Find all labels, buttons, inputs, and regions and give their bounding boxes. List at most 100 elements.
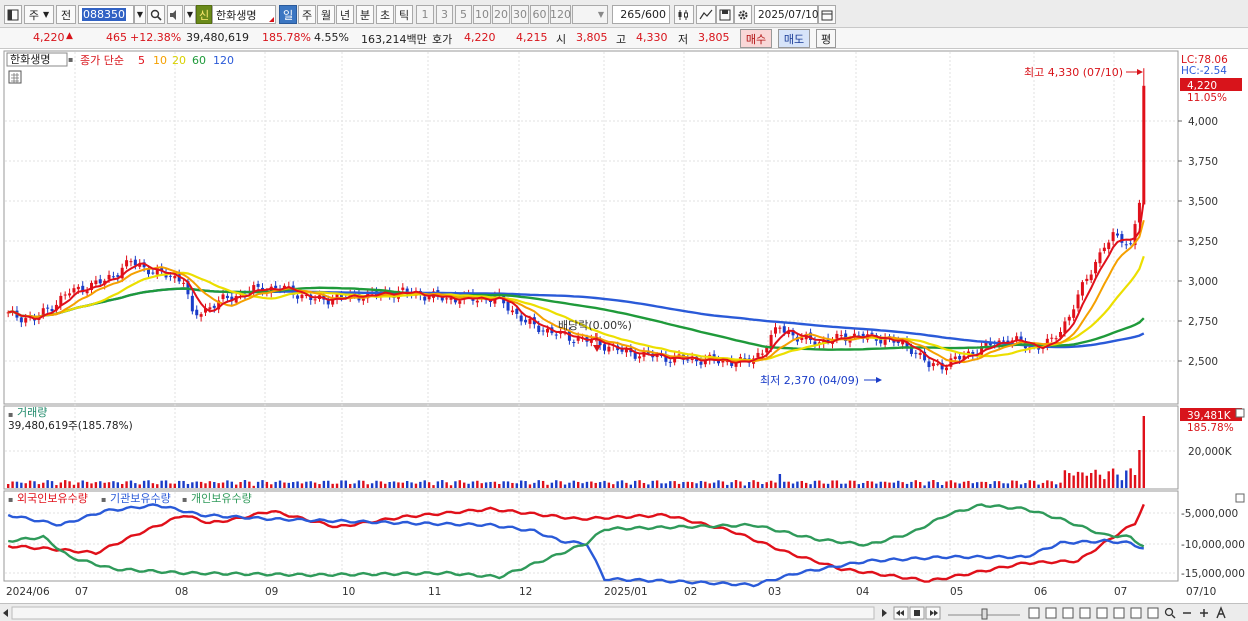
candle-body: [515, 308, 519, 314]
minute-option-5[interactable]: 5: [455, 5, 472, 24]
calendar-button[interactable]: [818, 5, 836, 24]
volume-bar: [1015, 480, 1018, 488]
ma-label: 종가 단순: [80, 54, 124, 67]
candle-type-button[interactable]: [674, 5, 694, 24]
volume-bar: [721, 481, 725, 488]
volume-close-icon[interactable]: [1235, 408, 1245, 418]
volume-panel[interactable]: [3, 405, 1179, 490]
link-icon[interactable]: [1130, 607, 1142, 619]
volume-bar: [800, 480, 804, 488]
candle-body: [510, 310, 514, 313]
chart-area[interactable]: 2024/06 07 08 09 10 11 12 2025/01 02 03 04 05 06 07 07…: [0, 49, 1248, 603]
copy-icon[interactable]: [1028, 607, 1040, 619]
stock-code-input[interactable]: 088350: [78, 5, 134, 24]
window-menu-icon[interactable]: [4, 5, 22, 24]
period-tab-0[interactable]: 일: [279, 5, 297, 24]
candle-body: [668, 361, 672, 363]
candle-body: [19, 317, 23, 323]
new-badge-label: 신: [198, 8, 210, 22]
period-tab-1[interactable]: 주: [298, 5, 316, 24]
minute-option-120[interactable]: 120: [550, 5, 571, 24]
settings-button[interactable]: [734, 5, 752, 24]
volume-bar: [300, 483, 304, 488]
brush-icon[interactable]: [1147, 607, 1159, 619]
volume-bar: [861, 482, 865, 488]
list-dropdown[interactable]: ▼: [184, 5, 196, 24]
candle-body: [1098, 252, 1102, 264]
volume-bar: [585, 481, 589, 488]
volume-bar: [77, 482, 80, 488]
volume-bar: [388, 482, 391, 488]
candle-body: [765, 347, 769, 353]
volume-bar: [682, 482, 685, 488]
date-value: 2025/07/10: [758, 8, 819, 21]
minute-option-3[interactable]: 3: [436, 5, 453, 24]
sell-button[interactable]: 매도: [778, 29, 810, 48]
search-icon[interactable]: [1164, 607, 1176, 619]
scroll-right-icon[interactable]: [882, 609, 887, 617]
plus-icon[interactable]: [1200, 609, 1208, 617]
period-tab-6[interactable]: 틱: [395, 5, 413, 24]
buy-button[interactable]: 매수: [740, 29, 772, 48]
minute-option-1[interactable]: 1: [416, 5, 434, 24]
save-button[interactable]: [716, 5, 734, 24]
speaker-button[interactable]: [167, 5, 183, 24]
volume-bar: [783, 481, 786, 488]
candle-body: [195, 309, 199, 316]
code-dropdown[interactable]: ▼: [134, 5, 146, 24]
window-icon[interactable]: [1045, 607, 1057, 619]
minute-option-20[interactable]: 20: [492, 5, 510, 24]
eval-button[interactable]: 평: [816, 29, 836, 48]
font-icon[interactable]: [1216, 606, 1226, 619]
bottom-scrollbar[interactable]: [0, 603, 1248, 621]
volume-bar: [870, 481, 874, 488]
ma-60: 60: [192, 54, 206, 67]
volume-bar: [875, 483, 878, 488]
tool-button[interactable]: [696, 5, 716, 24]
volume-value-label: 39,480,619주(185.78%): [8, 420, 133, 432]
prev-button[interactable]: 전: [56, 5, 76, 24]
count-field[interactable]: 265 /600: [612, 5, 670, 24]
scroll-left-icon[interactable]: [3, 609, 8, 617]
period-label: 일: [282, 8, 294, 22]
stock-name-field[interactable]: 한화생명: [212, 5, 276, 24]
zoom-in-icon[interactable]: [1113, 607, 1125, 619]
volume-bar: [853, 480, 856, 488]
minute-option-60[interactable]: 60: [530, 5, 549, 24]
zoom-out-icon[interactable]: [1096, 607, 1108, 619]
holding-tick-label: -5,000,000: [1181, 508, 1238, 520]
volume-bar: [655, 480, 659, 488]
period-tab-3[interactable]: 년: [336, 5, 354, 24]
minute-option-10[interactable]: 10: [473, 5, 491, 24]
volume-bar: [980, 481, 983, 488]
candle-body: [76, 286, 80, 290]
market-select[interactable]: 주 ▼: [24, 5, 54, 24]
candle-body: [361, 298, 365, 301]
volume-bar: [63, 480, 67, 488]
period-tab-5[interactable]: 초: [376, 5, 394, 24]
candle-body: [125, 260, 129, 267]
window-icon-2[interactable]: [1062, 607, 1074, 619]
minute-option-30[interactable]: 30: [511, 5, 529, 24]
crosshair-icon[interactable]: [1079, 607, 1091, 619]
zoom-slider-handle[interactable]: [981, 608, 988, 620]
search-button[interactable]: [147, 5, 165, 24]
candle-body: [1080, 282, 1084, 296]
volume-bar: [234, 484, 238, 488]
volume-bar: [476, 480, 479, 488]
minute-custom-select[interactable]: ▼: [572, 5, 608, 24]
chart-svg[interactable]: 2024/06 07 08 09 10 11 12 2025/01 02 03 04 05 06 07 07…: [0, 49, 1248, 603]
date-field[interactable]: 2025/07/10: [754, 5, 819, 24]
minute-label: 10: [475, 8, 489, 21]
volume-bar: [590, 481, 593, 488]
volume-bar: [918, 481, 922, 488]
holding-close-icon[interactable]: [1235, 493, 1245, 503]
volume-bar: [243, 480, 247, 488]
volume-bar: [445, 482, 448, 488]
period-tab-4[interactable]: 분: [356, 5, 374, 24]
candle-body: [778, 327, 782, 329]
period-tab-2[interactable]: 월: [317, 5, 335, 24]
price-panel[interactable]: [3, 50, 1179, 405]
scroll-track[interactable]: [11, 606, 875, 620]
candle-body: [953, 356, 957, 360]
